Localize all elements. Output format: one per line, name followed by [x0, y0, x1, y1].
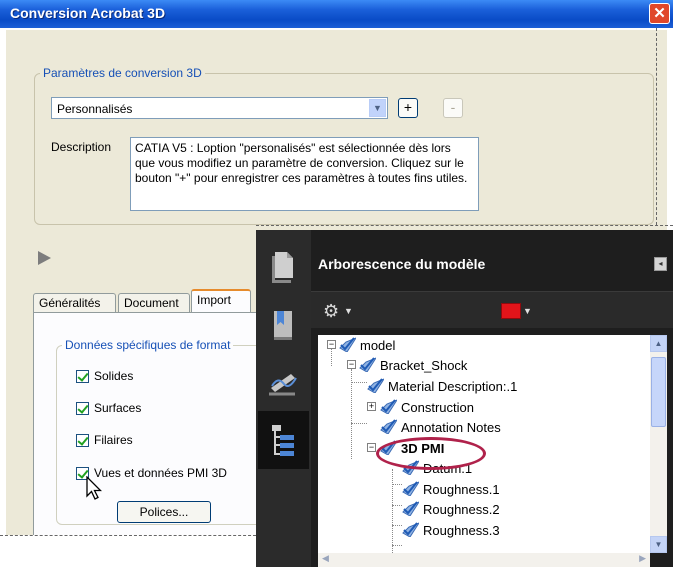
tree-horizontal-scrollbar[interactable]: ◀ ▶ — [318, 553, 650, 567]
solids-label: Solides — [94, 369, 134, 383]
tree-vertical-scrollbar[interactable]: ▲ ▼ — [650, 335, 667, 553]
format-data-legend: Données spécifiques de format — [62, 338, 234, 352]
checkmark-icon[interactable] — [402, 501, 419, 516]
checkmark-icon[interactable] — [367, 378, 384, 393]
tree-node-label: Roughness.3 — [423, 523, 500, 538]
description-text: CATIA V5 : Loption "personalisés" est sé… — [130, 137, 479, 211]
close-icon: ✕ — [653, 5, 666, 22]
tree-connector — [392, 505, 402, 506]
navigation-rail — [256, 230, 311, 567]
add-preset-label: + — [403, 99, 413, 115]
cut-line-bottom — [0, 535, 256, 536]
title-bar[interactable]: Conversion Acrobat 3D ✕ — [0, 0, 673, 28]
checkmark-icon[interactable] — [380, 419, 397, 434]
cut-line-right — [656, 28, 657, 225]
tab-document[interactable]: Document — [118, 293, 190, 312]
solids-checkbox[interactable] — [76, 370, 89, 383]
scroll-down-icon[interactable]: ▼ — [650, 536, 667, 553]
highlight-ellipse — [376, 437, 486, 470]
signatures-icon[interactable] — [258, 354, 309, 412]
tab-import[interactable]: Import — [191, 289, 251, 312]
wireframes-label: Filaires — [94, 433, 133, 447]
collapse-node-icon[interactable]: − — [367, 443, 376, 452]
scroll-right-icon[interactable]: ▶ — [639, 553, 646, 564]
tree-node-label: Roughness.1 — [423, 482, 500, 497]
preset-select[interactable]: Personnalisés ▼ — [51, 97, 388, 119]
pages-icon[interactable] — [258, 238, 309, 296]
checkmark-icon[interactable] — [402, 522, 419, 537]
bookmarks-icon[interactable] — [258, 296, 309, 354]
model-tree: − model − Bracket_Shock Material Descrip… — [318, 335, 650, 553]
close-button[interactable]: ✕ — [649, 3, 670, 24]
tab-generalites-label: Généralités — [39, 296, 101, 310]
tree-connector — [351, 423, 367, 424]
options-dropdown-icon[interactable]: ▼ — [344, 306, 353, 316]
checkmark-icon[interactable] — [380, 399, 397, 414]
surfaces-checkbox[interactable] — [76, 402, 89, 415]
collapse-icon: ◂ — [658, 259, 663, 268]
tree-node-label: model — [360, 338, 396, 353]
dialog-title: Conversion Acrobat 3D — [10, 5, 166, 21]
collapse-panel-button[interactable]: ◂ — [654, 257, 667, 271]
chevron-down-icon[interactable]: ▼ — [369, 99, 386, 117]
mouse-cursor-icon — [86, 476, 102, 500]
collapse-node-icon[interactable]: − — [347, 360, 356, 369]
tab-generalites[interactable]: Généralités — [33, 293, 116, 312]
description-label: Description — [51, 140, 112, 154]
tree-node-label: Construction — [401, 400, 474, 415]
pmi-views-label: Vues et données PMI 3D — [94, 466, 227, 480]
tree-connector — [351, 382, 367, 383]
expand-node-icon[interactable]: + — [367, 402, 376, 411]
remove-preset-button[interactable]: - — [443, 98, 463, 118]
preset-value: Personnalisés — [57, 102, 133, 116]
tree-connector — [331, 349, 332, 366]
collapse-node-icon[interactable]: − — [327, 340, 336, 349]
scroll-left-icon[interactable]: ◀ — [322, 553, 329, 564]
checkmark-icon[interactable] — [402, 481, 419, 496]
tree-node-label: Roughness.2 — [423, 502, 500, 517]
tree-connector — [392, 484, 402, 485]
expand-arrow-icon[interactable] — [38, 251, 51, 265]
scroll-up-icon[interactable]: ▲ — [650, 335, 667, 352]
wireframes-checkbox[interactable] — [76, 434, 89, 447]
conversion-settings-legend: Paramètres de conversion 3D — [40, 66, 205, 80]
cut-line-top — [256, 225, 673, 226]
tab-import-label: Import — [197, 293, 232, 307]
checkmark-icon[interactable] — [359, 357, 376, 372]
add-preset-button[interactable]: + — [398, 98, 418, 118]
tree-node-label: Material Description:.1 — [388, 379, 518, 394]
fonts-button[interactable]: Polices... — [117, 501, 211, 523]
model-tree-toolbar: ⚙ ▼ ▼ — [311, 291, 673, 328]
model-tree-title: Arborescence du modèle — [318, 256, 486, 272]
tab-document-label: Document — [124, 296, 179, 310]
tree-node-label: Annotation Notes — [401, 420, 501, 435]
tree-connector — [392, 525, 402, 526]
color-swatch-button[interactable] — [501, 303, 521, 319]
model-tree-icon[interactable] — [258, 411, 309, 469]
surfaces-label: Surfaces — [94, 401, 142, 415]
gear-icon[interactable]: ⚙ — [323, 301, 339, 322]
checkmark-icon[interactable] — [339, 337, 356, 352]
remove-preset-label: - — [450, 99, 456, 115]
scroll-thumb[interactable] — [651, 357, 666, 427]
model-tree-panel: Arborescence du modèle ◂ ⚙ ▼ ▼ − model −… — [256, 230, 673, 567]
tree-connector — [392, 469, 393, 553]
tree-connector — [392, 545, 402, 546]
tree-node-label: Bracket_Shock — [380, 358, 468, 373]
color-dropdown-icon[interactable]: ▼ — [523, 306, 532, 316]
fonts-button-label: Polices... — [139, 505, 189, 519]
